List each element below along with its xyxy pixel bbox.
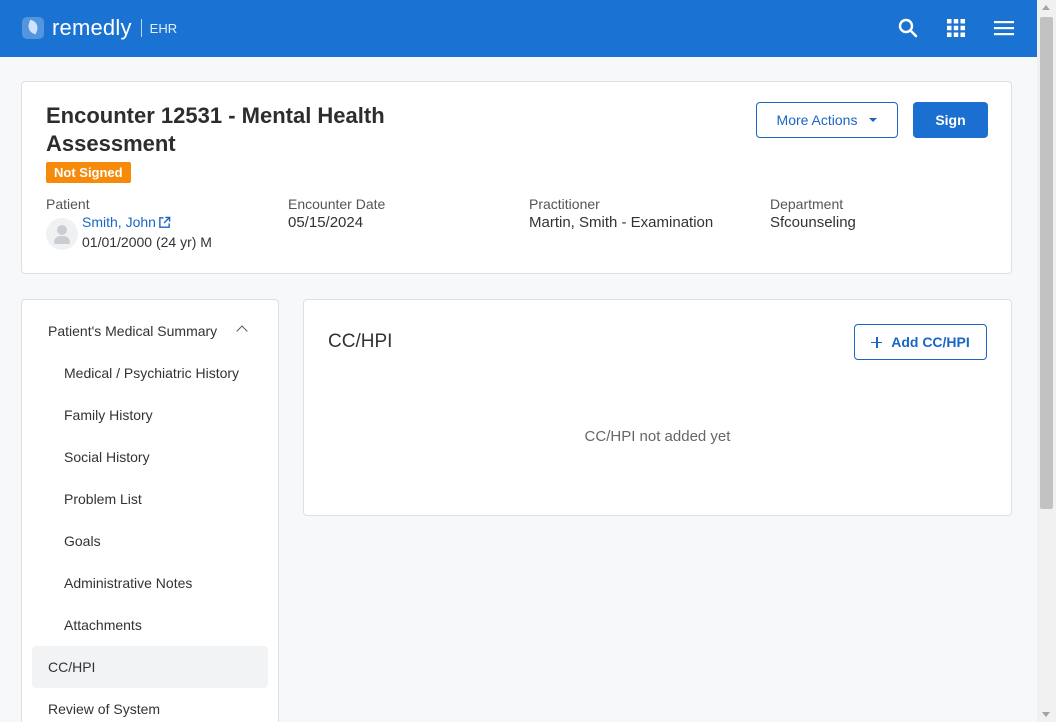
sidebar-item-social-history[interactable]: Social History — [22, 436, 278, 478]
top-nav-bar: remedly EHR — [0, 0, 1037, 57]
patient-name: Smith, John — [82, 214, 156, 230]
practitioner-label: Practitioner — [529, 196, 600, 212]
encounter-date-value: 05/15/2024 — [288, 214, 364, 231]
avatar — [46, 218, 78, 250]
sidebar-item-label: Social History — [64, 449, 150, 465]
leaf-logo-icon — [22, 17, 44, 39]
sidebar-item-label: Family History — [64, 407, 153, 423]
add-cc-hpi-label: Add CC/HPI — [891, 334, 970, 350]
sidebar-item-problem-list[interactable]: Problem List — [22, 478, 278, 520]
sidebar-item-attachments[interactable]: Attachments — [22, 604, 278, 646]
encounter-sidebar: Patient's Medical Summary Medical / Psyc… — [21, 299, 279, 722]
sidebar-item-cc-hpi[interactable]: CC/HPI — [32, 646, 268, 688]
scroll-up-icon[interactable] — [1042, 5, 1050, 10]
brand-name: remedly — [52, 15, 132, 40]
practitioner-value: Martin, Smith - Examination — [529, 214, 714, 231]
brand-logo[interactable]: remedly EHR — [22, 15, 177, 41]
patient-link[interactable]: Smith, John — [82, 214, 171, 230]
sidebar-item-label: Patient's Medical Summary — [48, 323, 218, 339]
empty-state-text: CC/HPI not added yet — [584, 428, 731, 445]
scroll-thumb[interactable] — [1040, 17, 1053, 509]
sidebar-item-medical-psychiatric-history[interactable]: Medical / Psychiatric History — [22, 352, 278, 394]
caret-down-icon — [869, 118, 878, 122]
chevron-up-icon[interactable] — [236, 325, 248, 337]
sidebar-item-label: CC/HPI — [48, 659, 96, 675]
sidebar-item-label: Attachments — [64, 617, 142, 633]
more-actions-label: More Actions — [776, 112, 858, 128]
sidebar-item-label: Goals — [64, 533, 101, 549]
encounter-date-label: Encounter Date — [288, 196, 386, 212]
sidebar-item-label: Administrative Notes — [64, 575, 193, 591]
cc-hpi-panel: CC/HPI Add CC/HPI CC/HPI not added yet — [303, 299, 1012, 516]
add-cc-hpi-button[interactable]: Add CC/HPI — [854, 324, 987, 360]
scroll-down-icon[interactable] — [1042, 712, 1050, 717]
plus-icon — [871, 336, 883, 348]
sidebar-item-medical-summary[interactable]: Patient's Medical Summary — [22, 310, 278, 352]
menu-icon[interactable] — [992, 16, 1016, 40]
department-label: Department — [770, 196, 844, 212]
section-title: CC/HPI — [328, 331, 393, 352]
brand-divider — [140, 19, 142, 37]
apps-grid-icon[interactable] — [944, 16, 968, 40]
sign-button[interactable]: Sign — [913, 102, 988, 138]
page-scrollbar[interactable] — [1037, 0, 1056, 722]
sidebar-item-family-history[interactable]: Family History — [22, 394, 278, 436]
sidebar-item-goals[interactable]: Goals — [22, 520, 278, 562]
sidebar-item-administrative-notes[interactable]: Administrative Notes — [22, 562, 278, 604]
product-name: EHR — [149, 20, 178, 36]
search-icon[interactable] — [896, 16, 920, 40]
sidebar-item-label: Medical / Psychiatric History — [64, 365, 240, 381]
sidebar-item-review-of-system[interactable]: Review of System — [22, 688, 278, 722]
encounter-title: Encounter 12531 - Mental Health Assessme… — [46, 103, 385, 156]
encounter-header-card: Encounter 12531 - Mental Health Assessme… — [21, 81, 1012, 274]
more-actions-button[interactable]: More Actions — [756, 102, 898, 138]
patient-dob: 01/01/2000 (24 yr) M — [82, 234, 212, 250]
external-link-icon — [159, 216, 171, 228]
patient-label: Patient — [46, 196, 90, 212]
status-badge: Not Signed — [46, 162, 131, 183]
sidebar-item-label: Problem List — [64, 491, 142, 507]
department-value: Sfcounseling — [770, 214, 856, 231]
sidebar-item-label: Review of System — [48, 701, 161, 717]
